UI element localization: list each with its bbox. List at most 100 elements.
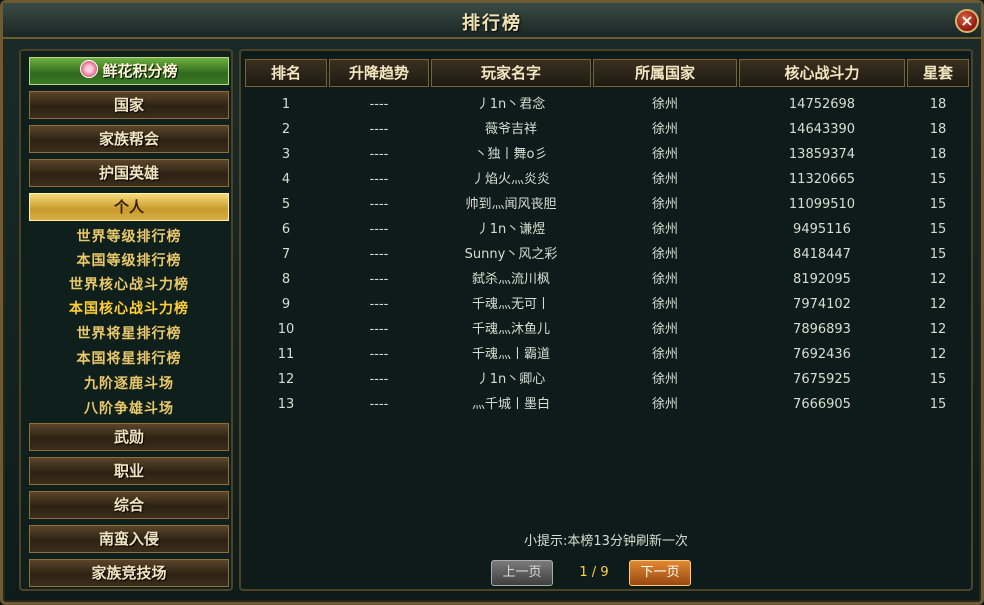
player-name-cell: 千魂灬沐鱼儿 (471, 322, 550, 337)
power-cell: 7896893 (793, 322, 851, 337)
rank-cell: 1 (281, 97, 291, 112)
table-row[interactable]: 6 ---- 丿1n丶谦煜 徐州 9495116 15 (241, 217, 967, 242)
page-indicator: 1 / 9 (579, 565, 609, 580)
sub-item-world-level[interactable]: 世界等级排行榜 (29, 225, 229, 249)
flower-icon (80, 60, 99, 78)
sidebar-item-profession[interactable]: 职业 (29, 457, 229, 485)
table-row[interactable]: 8 ---- 弑杀灬流川枫 徐州 8192095 12 (241, 267, 967, 292)
title-bar: 排行榜 × (3, 3, 981, 39)
power-cell: 7974102 (793, 297, 851, 312)
power-cell: 8192095 (793, 272, 851, 287)
country-cell: 徐州 (651, 347, 678, 362)
trend-cell: ---- (369, 372, 389, 387)
table-row[interactable]: 7 ---- Sunny丶风之彩 徐州 8418447 15 (241, 242, 967, 267)
ranking-panel: 排名 升降趋势 玩家名字 所属国家 核心战斗力 星套 1 ---- 丿1n丶君念 徐州… (239, 49, 973, 591)
table-row[interactable]: 12 ---- 丿1n丶卿心 徐州 7675925 15 (241, 367, 967, 392)
sidebar-item-merit[interactable]: 武勋 (29, 423, 229, 451)
trend-cell: ---- (369, 322, 389, 337)
sidebar-item-country[interactable]: 国家 (29, 91, 229, 119)
table-row[interactable]: 11 ---- 千魂灬丨霸道 徐州 7692436 12 (241, 342, 967, 367)
star-set-cell: 18 (929, 97, 947, 112)
close-icon[interactable]: × (955, 9, 979, 33)
table-row[interactable]: 5 ---- 帅到灬闻风丧胆 徐州 11099510 15 (241, 192, 967, 217)
power-cell: 14752698 (788, 97, 856, 112)
sidebar-item-overall[interactable]: 综合 (29, 491, 229, 519)
rank-cell: 5 (281, 197, 291, 212)
table-row[interactable]: 10 ---- 千魂灬沐鱼儿 徐州 7896893 12 (241, 317, 967, 342)
window-title: 排行榜 (462, 13, 522, 34)
star-set-cell: 12 (929, 272, 947, 287)
country-cell: 徐州 (651, 297, 678, 312)
sub-item-world-general[interactable]: 世界将星排行榜 (29, 322, 229, 346)
trend-cell: ---- (369, 172, 389, 187)
country-cell: 徐州 (651, 222, 678, 237)
power-cell: 8418447 (793, 247, 851, 262)
country-cell: 徐州 (651, 97, 678, 112)
star-set-cell: 15 (929, 247, 947, 262)
player-name-cell: 灬千城丨墨白 (471, 397, 550, 412)
table-row[interactable]: 1 ---- 丿1n丶君念 徐州 14752698 18 (241, 92, 967, 117)
rank-cell: 7 (281, 247, 291, 262)
power-cell: 7675925 (793, 372, 851, 387)
sidebar-item-guardian-hero[interactable]: 护国英雄 (29, 159, 229, 187)
sidebar-item-southern-invasion[interactable]: 南蛮入侵 (29, 525, 229, 553)
power-cell: 13859374 (788, 147, 856, 162)
sub-item-country-power[interactable]: 本国核心战斗力榜 (29, 297, 229, 321)
country-cell: 徐州 (651, 272, 678, 287)
column-header-trend[interactable]: 升降趋势 (329, 59, 429, 87)
trend-cell: ---- (369, 122, 389, 137)
player-name-cell: 丿焰火灬炎炎 (471, 172, 550, 187)
trend-cell: ---- (369, 147, 389, 162)
table-row[interactable]: 13 ---- 灬千城丨墨白 徐州 7666905 15 (241, 392, 967, 417)
sub-item-country-level[interactable]: 本国等级排行榜 (29, 249, 229, 273)
prev-page-button[interactable]: 上一页 (491, 560, 553, 586)
sidebar-item-flower-ranking[interactable]: 鲜花积分榜 (29, 57, 229, 85)
player-name-cell: 薇爷吉祥 (484, 122, 537, 137)
column-header-power[interactable]: 核心战斗力 (739, 59, 905, 87)
column-header-player-name[interactable]: 玩家名字 (431, 59, 591, 87)
power-cell: 9495116 (793, 222, 851, 237)
table-row[interactable]: 4 ---- 丿焰火灬炎炎 徐州 11320665 15 (241, 167, 967, 192)
sidebar-item-family-guild[interactable]: 家族帮会 (29, 125, 229, 153)
rank-cell: 2 (281, 122, 291, 137)
sub-item-country-general[interactable]: 本国将星排行榜 (29, 347, 229, 371)
sidebar-item-family-arena[interactable]: 家族竞技场 (29, 559, 229, 587)
star-set-cell: 12 (929, 347, 947, 362)
star-set-cell: 15 (929, 197, 947, 212)
column-header-star-set[interactable]: 星套 (907, 59, 969, 87)
trend-cell: ---- (369, 397, 389, 412)
country-cell: 徐州 (651, 172, 678, 187)
star-set-cell: 18 (929, 147, 947, 162)
refresh-tip: 小提示:本榜13分钟刷新一次 (524, 534, 688, 549)
star-set-cell: 12 (929, 322, 947, 337)
table-row[interactable]: 9 ---- 千魂灬无可丨 徐州 7974102 12 (241, 292, 967, 317)
rank-cell: 12 (277, 372, 295, 387)
trend-cell: ---- (369, 297, 389, 312)
category-sidebar: 鲜花积分榜 国家 家族帮会 护国英雄 个人 世界等级排行榜 本国等级排行榜 世界… (19, 49, 233, 591)
sub-item-arena-9[interactable]: 九阶逐鹿斗场 (29, 372, 229, 396)
trend-cell: ---- (369, 272, 389, 287)
sub-item-arena-8[interactable]: 八阶争雄斗场 (29, 397, 229, 421)
power-cell: 7692436 (793, 347, 851, 362)
table-row[interactable]: 2 ---- 薇爷吉祥 徐州 14643390 18 (241, 117, 967, 142)
country-cell: 徐州 (651, 397, 678, 412)
rank-cell: 11 (277, 347, 295, 362)
column-header-rank[interactable]: 排名 (245, 59, 327, 87)
trend-cell: ---- (369, 222, 389, 237)
rank-cell: 4 (281, 172, 291, 187)
trend-cell: ---- (369, 197, 389, 212)
trend-cell: ---- (369, 347, 389, 362)
star-set-cell: 15 (929, 397, 947, 412)
sidebar-item-personal[interactable]: 个人 (29, 193, 229, 221)
player-name-cell: Sunny丶风之彩 (464, 247, 558, 262)
player-name-cell: 弑杀灬流川枫 (471, 272, 550, 287)
sub-item-world-power[interactable]: 世界核心战斗力榜 (29, 273, 229, 297)
next-page-button[interactable]: 下一页 (629, 560, 691, 586)
player-name-cell: 千魂灬丨霸道 (471, 347, 550, 362)
star-set-cell: 15 (929, 372, 947, 387)
column-header-country[interactable]: 所属国家 (593, 59, 737, 87)
rank-cell: 10 (277, 322, 295, 337)
power-cell: 11320665 (788, 172, 856, 187)
power-cell: 11099510 (788, 197, 856, 212)
table-row[interactable]: 3 ---- 丶独丨舞o彡 徐州 13859374 18 (241, 142, 967, 167)
